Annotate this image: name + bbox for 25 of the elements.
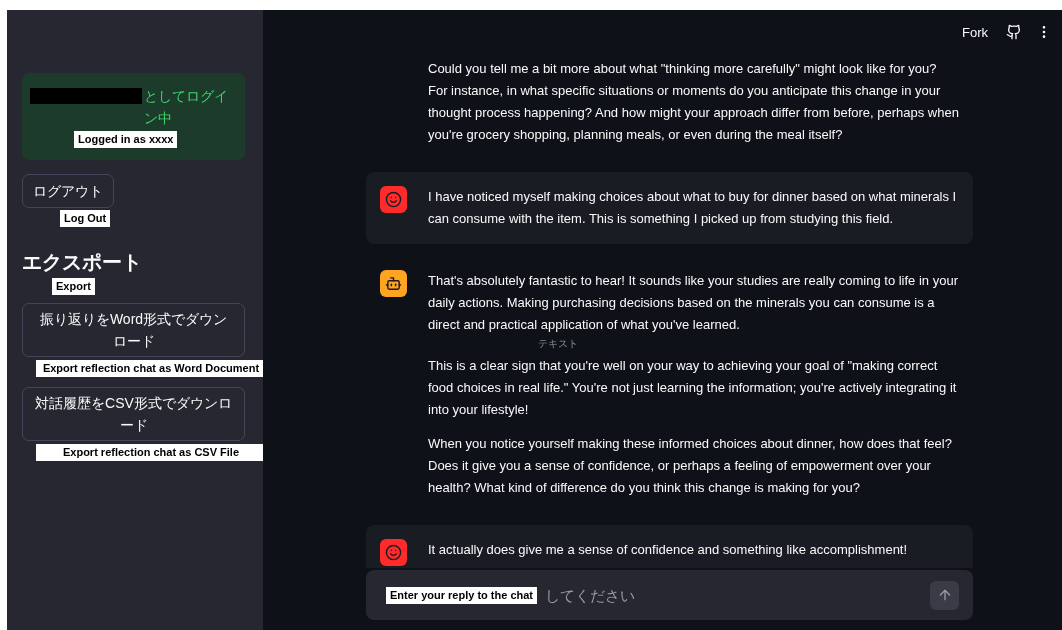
message-text: I have noticed myself making choices about what to buy for dinner based on what minerals I can consume with the item. This is something I picked up from studying this field. [428, 188, 958, 228]
message-text: This is a clear sign that you're well on your way to achieving your goal of "making correct food choices in real life." You're not just learning the information; you're actively integrating it into your lifestyle! [428, 357, 958, 419]
face-icon [385, 544, 402, 561]
annotation-label: Logged in as xxxx [74, 131, 178, 148]
message-text: That's absolutely fantastic to hear! It sounds like your studies are really coming to life in your daily actions. Making purchasing decisions based on the minerals you can consume is a direct and practical application of what you've learned. [428, 272, 959, 334]
annotation-label: Export [52, 278, 95, 295]
github-icon[interactable] [1006, 24, 1022, 40]
export-heading: エクスポート [22, 250, 142, 275]
login-status-text: としてログイン中 [144, 87, 229, 128]
face-icon [385, 191, 402, 208]
download-button[interactable]: 振り返りをWord形式でダウンロード [22, 303, 245, 357]
annotation-label: テキスト [538, 338, 578, 349]
annotation-label: Export reflection chat as Word Document [36, 360, 266, 377]
chat-input[interactable]: してください [543, 585, 924, 605]
send-button[interactable] [930, 580, 959, 610]
message-text: Could you tell me a bit more about what "thinking more carefully" might look like for you? For instance, in what specific situations or moments do you anticipate this change in your thought process happening? And how might your approach differ from before, perhaps when you're grocery shopping, planning meals, or even during the meal itself? [428, 60, 959, 144]
annotation-label: Export reflection chat as CSV File [36, 444, 266, 461]
message-text: It actually does give me a sense of confidence and something like accomplishment! [428, 541, 908, 559]
annotation-label: Log Out [60, 210, 111, 227]
download-button[interactable]: 対話履歴をCSV形式でダウンロード [22, 387, 245, 441]
robot-icon [385, 275, 402, 292]
annotation-label: Enter your reply to the chat [386, 586, 538, 604]
fork-link[interactable]: Fork [962, 24, 988, 40]
logout-button[interactable]: ログアウト [22, 174, 114, 208]
message-text: When you notice yourself making these informed choices about dinner, how does that feel? Does it give you a sense of confidence, or perhaps a feeling of empowerment over your health? What kind of difference do you think this change is making for you? [428, 435, 953, 497]
